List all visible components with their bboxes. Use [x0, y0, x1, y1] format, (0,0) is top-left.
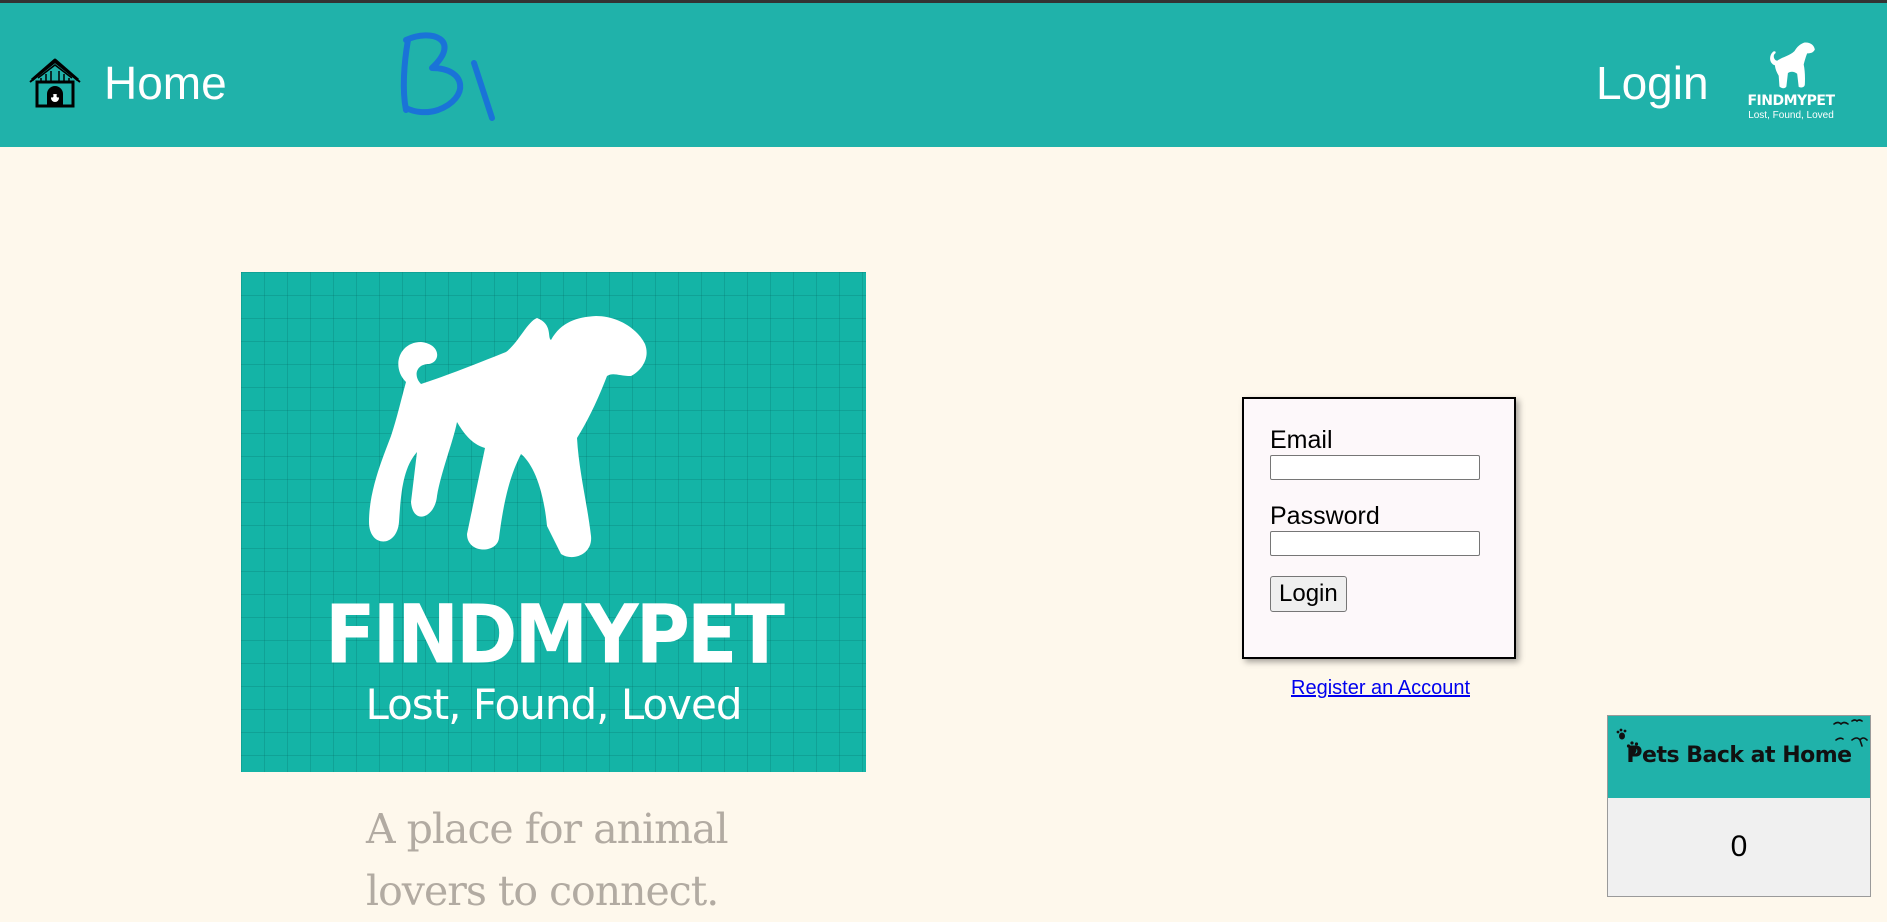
dog-silhouette-icon	[369, 316, 647, 558]
home-label: Home	[104, 57, 227, 109]
email-label: Email	[1270, 426, 1333, 454]
register-link[interactable]: Register an Account	[1291, 677, 1470, 700]
nav-login-link[interactable]: Login	[1596, 60, 1709, 106]
navbar: Home Login FINDMYPET Lost, Found, Loved	[0, 3, 1887, 147]
doghouse-icon	[29, 58, 81, 108]
hero-logo: FINDMYPET Lost, Found, Loved	[241, 272, 866, 772]
nav-logo-tagline: Lost, Found, Loved	[1748, 110, 1834, 121]
counter-value: 0	[1730, 830, 1748, 863]
handwritten-scribble	[400, 32, 495, 121]
dog-silhouette-icon	[1770, 42, 1815, 89]
nav-logo[interactable]: FINDMYPET Lost, Found, Loved	[1729, 30, 1853, 128]
email-field[interactable]	[1270, 455, 1480, 480]
site-description: A place for animal lovers to connect.	[366, 805, 729, 915]
hero-brand-name: FINDMYPET	[325, 587, 785, 683]
hero-brand-tagline: Lost, Found, Loved	[365, 680, 742, 729]
login-button[interactable]: Login	[1270, 576, 1347, 612]
nav-logo-name: FINDMYPET	[1747, 93, 1835, 109]
login-form: Email Password Login	[1242, 397, 1516, 659]
home-link[interactable]: Home	[28, 53, 227, 113]
pets-back-home-counter: Pets Back at Home 0	[1607, 715, 1871, 897]
password-label: Password	[1270, 502, 1380, 530]
counter-header: Pets Back at Home	[1608, 716, 1870, 798]
birds-icon	[1833, 719, 1868, 747]
password-field[interactable]	[1270, 531, 1480, 556]
